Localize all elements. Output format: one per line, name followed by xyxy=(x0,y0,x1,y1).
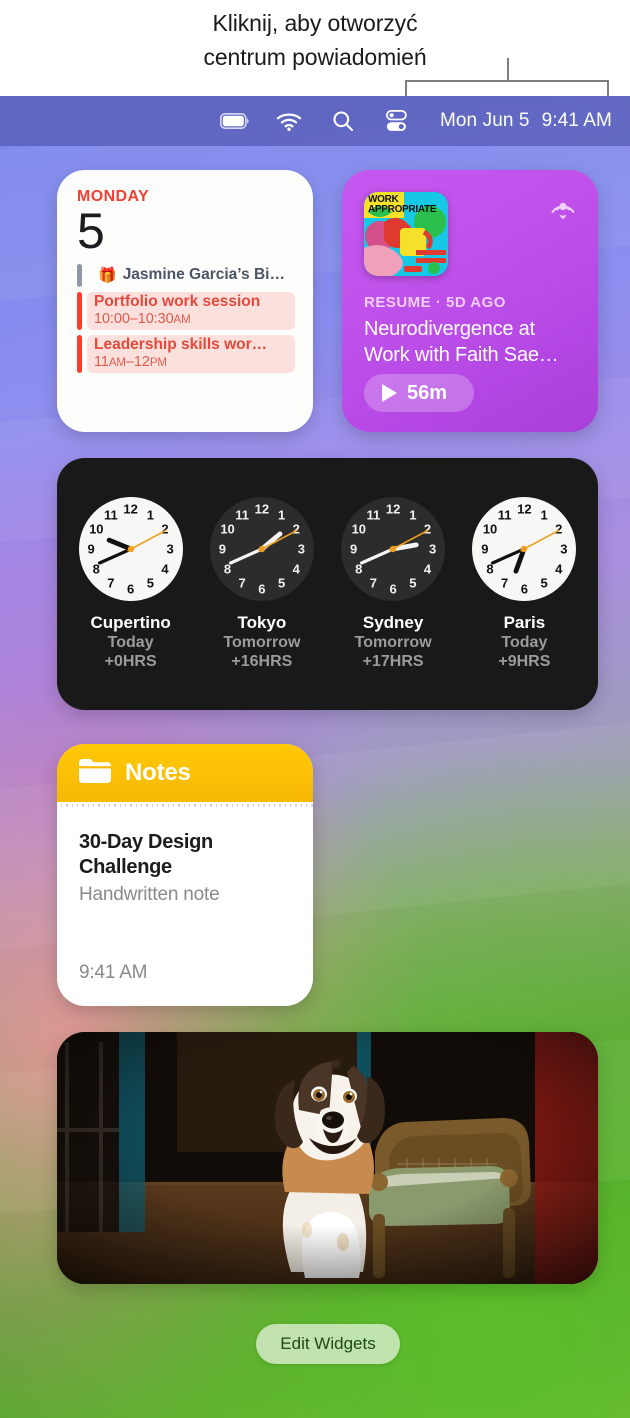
clock-day: Today xyxy=(501,634,548,651)
notes-body: 30-Day Design Challenge Handwritten note xyxy=(57,808,313,906)
clock-day: Today xyxy=(107,634,154,651)
clock-offset: +9HRS xyxy=(498,653,551,670)
clock-cell-sydney[interactable]: 12 1 23 45 67 89 10 11 Sydney Tomorrow +… xyxy=(328,497,459,671)
control-center-icon[interactable] xyxy=(370,110,424,132)
calendar-event-row[interactable]: Leadership skills wor… 11AM–12PM xyxy=(77,335,295,373)
gift-icon: 🎁 xyxy=(98,267,117,284)
event-title: Portfolio work session xyxy=(94,293,261,310)
podcast-play-button[interactable]: 56m xyxy=(364,374,474,412)
event-time: 10:00–10:30AM xyxy=(94,311,191,327)
edit-widgets-label: Edit Widgets xyxy=(280,1334,376,1353)
event-color-bar xyxy=(77,264,82,287)
calendar-event-row[interactable]: 🎁 Jasmine Garcia’s Bi… xyxy=(77,264,295,287)
dog-photo xyxy=(57,1032,598,1284)
callout-annotation: Kliknij, aby otworzyć centrum powiadomie… xyxy=(0,0,630,96)
notification-center-widgets: MONDAY 5 🎁 Jasmine Garcia’s Bi… Portfoli… xyxy=(0,146,630,1418)
podcast-artwork-title: WORK APPROPRIATE xyxy=(368,194,437,215)
event-color-bar xyxy=(77,292,82,330)
folder-icon xyxy=(79,758,111,788)
notes-app-label: Notes xyxy=(125,759,191,786)
callout-text: Kliknij, aby otworzyć centrum powiadomie… xyxy=(0,6,630,74)
event-time: 11AM–12PM xyxy=(94,354,167,370)
widget-notes[interactable]: Notes 30-Day Design Challenge Handwritte… xyxy=(57,744,313,1006)
battery-icon[interactable] xyxy=(208,113,262,129)
callout-bracket xyxy=(405,80,609,96)
clock-city: Sydney xyxy=(362,613,424,632)
edit-widgets-button[interactable]: Edit Widgets xyxy=(256,1324,400,1364)
clock-cell-tokyo[interactable]: 12 1 23 45 67 89 10 11 Tokyo Tomorrow +1… xyxy=(196,497,327,671)
clock-offset: +17HRS xyxy=(362,653,424,670)
clock-face: 12 1 23 45 67 89 10 11 xyxy=(341,497,446,601)
menubar-clock[interactable]: Mon Jun 5 9:41 AM xyxy=(424,110,612,132)
clock-face: 12 1 23 45 67 89 10 11 xyxy=(78,497,183,601)
clock-face: 12 1 23 45 67 89 10 11 xyxy=(472,497,577,601)
clock-day: Tomorrow xyxy=(354,634,432,651)
menubar-date: Mon Jun 5 xyxy=(439,110,530,131)
callout-stem xyxy=(507,58,509,82)
event-title: Jasmine Garcia’s Bi… xyxy=(122,266,285,283)
widget-world-clock[interactable]: 12 1 23 45 67 89 10 11 Cupertino Today +… xyxy=(57,458,598,710)
menubar-time: 9:41 AM xyxy=(541,110,612,131)
podcast-episode-title: Neurodivergence at Work with Faith Sae… xyxy=(364,318,559,366)
clock-offset: +16HRS xyxy=(231,653,293,670)
callout-line-1: Kliknij, aby otworzyć xyxy=(212,10,418,36)
clock-face: 12 1 23 45 67 89 10 11 xyxy=(209,497,314,601)
podcast-duration: 56m xyxy=(407,381,448,404)
note-subtitle: Handwritten note xyxy=(79,884,220,905)
podcast-artwork: WORK APPROPRIATE xyxy=(364,192,448,276)
note-title: 30-Day Design Challenge xyxy=(79,831,213,878)
clock-offset: +0HRS xyxy=(104,653,157,670)
callout-line-2: centrum powiadomień xyxy=(203,44,427,70)
search-icon[interactable] xyxy=(316,110,370,132)
wifi-icon[interactable] xyxy=(262,112,316,131)
clock-cell-cupertino[interactable]: 12 1 23 45 67 89 10 11 Cupertino Today +… xyxy=(65,497,196,671)
clock-city: Paris xyxy=(503,613,546,632)
event-color-bar xyxy=(77,335,82,373)
menu-bar: Mon Jun 5 9:41 AM xyxy=(0,96,630,146)
calendar-day-number: 5 xyxy=(77,203,105,259)
widget-photos[interactable] xyxy=(57,1032,598,1284)
event-title: Leadership skills wor… xyxy=(94,336,268,353)
clock-grid: 12 1 23 45 67 89 10 11 Cupertino Today +… xyxy=(57,458,598,710)
clock-cell-paris[interactable]: 12 1 23 45 67 89 10 11 Paris Today +9HRS xyxy=(459,497,590,671)
clock-city: Cupertino xyxy=(90,613,171,632)
calendar-event-list: 🎁 Jasmine Garcia’s Bi… Portfolio work se… xyxy=(77,264,295,373)
calendar-event-row[interactable]: Portfolio work session 10:00–10:30AM xyxy=(77,292,295,330)
widget-calendar[interactable]: MONDAY 5 🎁 Jasmine Garcia’s Bi… Portfoli… xyxy=(57,170,313,432)
clock-day: Tomorrow xyxy=(223,634,301,651)
clock-city: Tokyo xyxy=(237,613,287,632)
podcasts-icon xyxy=(546,190,580,224)
play-icon xyxy=(382,384,397,402)
widget-podcasts[interactable]: WORK APPROPRIATE RESUME · 5D AGO Neurodi… xyxy=(342,170,598,432)
note-timestamp: 9:41 AM xyxy=(79,962,148,983)
notes-header: Notes xyxy=(57,744,313,802)
podcast-meta: RESUME · 5D AGO xyxy=(364,294,506,311)
screenshot-root: Kliknij, aby otworzyć centrum powiadomie… xyxy=(0,0,630,1418)
